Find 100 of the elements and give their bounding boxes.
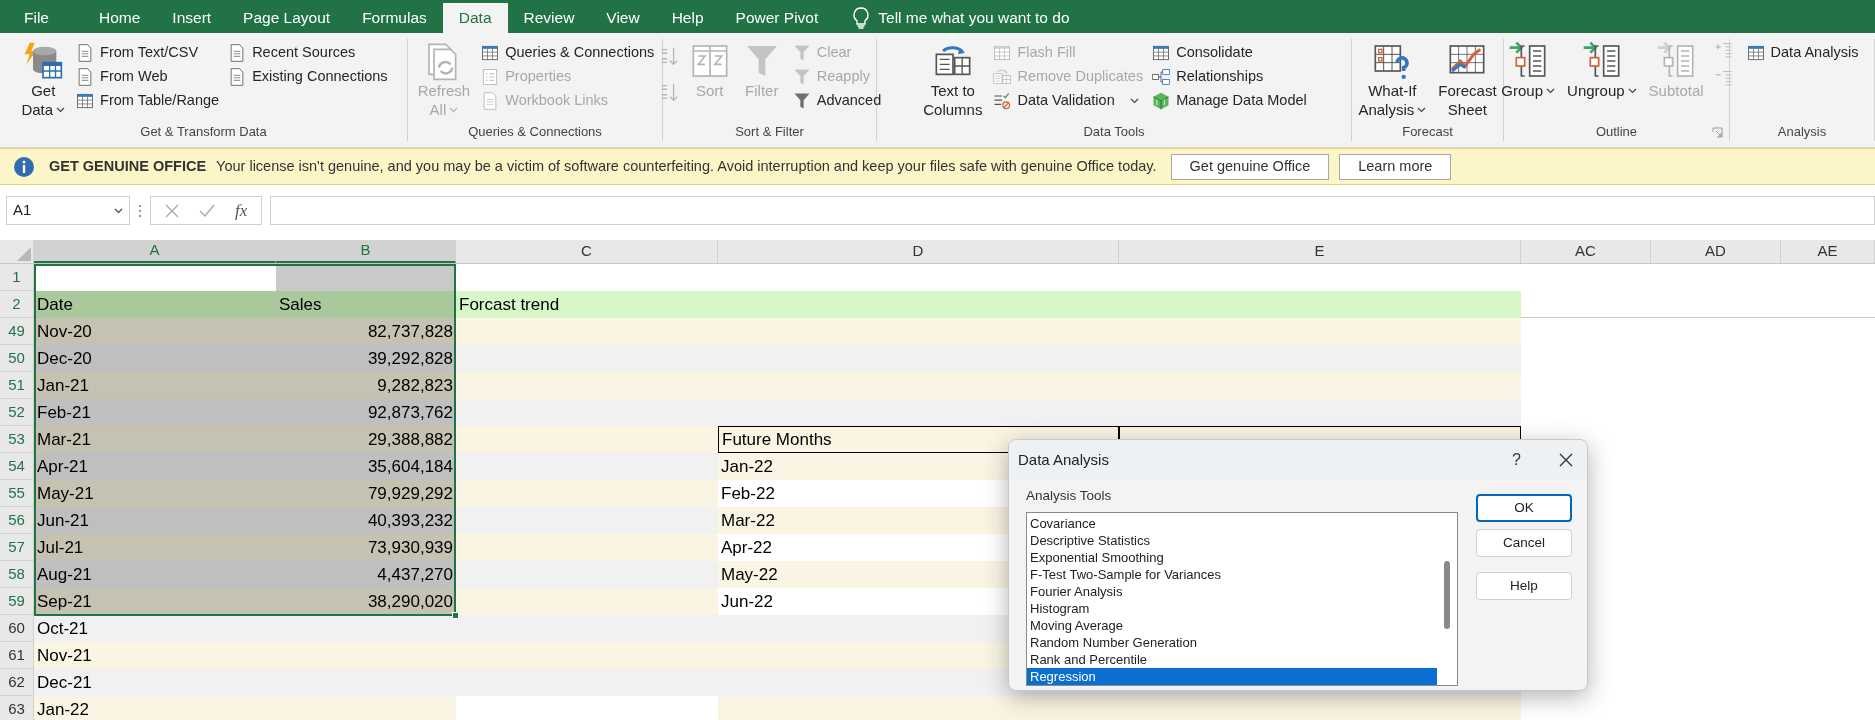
list-item[interactable]: Moving Average: [1027, 617, 1437, 635]
tools-list[interactable]: Covariance Descriptive Statistics Exponential Smoothing F-Test Two-Sample for Variances Fourier Analysis Histogram Moving Average Random Number Generation Rank and Percentile Regression: [1026, 512, 1458, 687]
select-all-icon[interactable]: [17, 247, 31, 261]
caret-icon: [1627, 87, 1637, 94]
column-header[interactable]: AD: [1651, 240, 1781, 263]
ribbon-tab[interactable]: Page Layout: [227, 3, 347, 33]
ribbon-tab[interactable]: File: [8, 3, 65, 33]
row-header[interactable]: 2: [0, 291, 34, 318]
row-header[interactable]: 53: [0, 426, 34, 453]
ribbon-button[interactable]: Group: [1499, 39, 1558, 100]
ribbon-tab[interactable]: Review: [507, 3, 591, 33]
table-cell: Date: [34, 291, 276, 318]
table-cell: Sep-21: [34, 588, 276, 615]
scrollbar-thumb[interactable]: [1444, 561, 1450, 630]
ribbon-button[interactable]: Text to Columns: [921, 39, 985, 119]
table-cell: 79,929,292: [276, 480, 456, 507]
row-header[interactable]: 56: [0, 507, 34, 534]
banner-button[interactable]: Get genuine Office: [1170, 153, 1330, 180]
caret-icon: [1129, 98, 1139, 104]
table-cell: 9,282,823: [276, 372, 456, 399]
table-cell: Jan-22: [34, 696, 276, 720]
column-header[interactable]: A: [34, 240, 276, 263]
ribbon-button[interactable]: What-If Analysis: [1356, 39, 1429, 119]
row-header[interactable]: 58: [0, 561, 34, 588]
row-header[interactable]: 54: [0, 453, 34, 480]
caret-icon: [114, 207, 123, 214]
column-header[interactable]: AE: [1781, 240, 1875, 263]
list-item[interactable]: Regression: [1027, 668, 1437, 686]
row-header[interactable]: 57: [0, 534, 34, 561]
ribbon-button[interactable]: Manage Data Model: [1151, 89, 1307, 113]
column-header[interactable]: AC: [1521, 240, 1651, 263]
table-icon: [480, 43, 501, 63]
column-header[interactable]: B: [276, 240, 456, 263]
group-label: Queries & Connections: [468, 123, 602, 142]
enter-icon[interactable]: [199, 203, 215, 218]
banner-button[interactable]: Learn more: [1339, 153, 1452, 180]
table-cell: 29,388,882: [276, 426, 456, 453]
column-header[interactable]: D: [718, 240, 1119, 263]
row-header[interactable]: 61: [0, 642, 34, 669]
ribbon-button[interactable]: Advanced: [791, 89, 882, 113]
ribbon-tab[interactable]: Insert: [156, 3, 228, 33]
row-header[interactable]: 60: [0, 615, 34, 642]
ribbon-button[interactable]: From Web: [75, 65, 220, 89]
ribbon-tab[interactable]: Data: [442, 3, 508, 33]
column-header[interactable]: E: [1119, 240, 1521, 263]
formula-input[interactable]: [270, 196, 1875, 225]
row-header[interactable]: 63: [0, 696, 34, 720]
cube-icon: [1151, 91, 1172, 111]
dialog-button[interactable]: OK: [1476, 494, 1572, 522]
row-header[interactable]: 50: [0, 345, 34, 372]
checklist-icon: [992, 91, 1013, 111]
cancel-icon[interactable]: [165, 203, 179, 218]
row-header[interactable]: 59: [0, 588, 34, 615]
caret-icon: [1417, 106, 1427, 113]
table-cell: 40,393,232: [276, 507, 456, 534]
table-cell: Feb-21: [34, 399, 276, 426]
row-header[interactable]: 62: [0, 669, 34, 696]
table-cell: 39,292,828: [276, 345, 456, 372]
close-icon[interactable]: [1559, 453, 1573, 467]
column-header[interactable]: C: [456, 240, 718, 263]
ribbon-button[interactable]: Get Data: [19, 39, 68, 119]
ribbon-button[interactable]: Queries & Connections: [480, 41, 655, 65]
list-item[interactable]: Random Number Generation: [1027, 634, 1437, 652]
dialog-button[interactable]: Cancel: [1476, 529, 1572, 557]
dialog-button[interactable]: Help: [1476, 572, 1572, 600]
ribbon-button[interactable]: Existing Connections: [227, 65, 388, 89]
ribbon-button[interactable]: Consolidate: [1151, 41, 1307, 65]
caret-icon: [1546, 87, 1556, 94]
ribbon-tab[interactable]: Home: [83, 3, 157, 33]
tell-me-search[interactable]: Tell me what you want to do: [878, 6, 1070, 30]
ribbon-tab[interactable]: Power Pivot: [719, 3, 835, 33]
table-cell: 38,290,020: [276, 588, 456, 615]
group-label: Outline: [1595, 123, 1638, 142]
ribbon-button[interactable]: Data Validation: [992, 89, 1144, 113]
row-header[interactable]: 51: [0, 372, 34, 399]
ribbon-tab[interactable]: Formulas: [346, 3, 443, 33]
ribbon-button[interactable]: From Text/CSV: [75, 41, 220, 65]
dialog-launcher-icon[interactable]: [1712, 127, 1723, 138]
ribbon-button[interactable]: Forecast Sheet: [1436, 39, 1499, 119]
ribbon-button[interactable]: Recent Sources: [227, 41, 388, 65]
list-item[interactable]: Rank and Percentile: [1027, 651, 1437, 669]
name-box[interactable]: A1: [6, 196, 130, 225]
insert-function-button[interactable]: fx: [235, 197, 248, 224]
ribbon-button[interactable]: Ungroup: [1565, 39, 1639, 100]
ribbon-button[interactable]: Relationships: [1151, 65, 1307, 89]
row-header[interactable]: 1: [0, 264, 34, 291]
table-cell: Forcast trend: [456, 291, 718, 318]
ribbon-tab[interactable]: View: [590, 3, 656, 33]
banner-message: Your license isn't genuine, and you may be a victim of software counterfeiting. Avoid interruption and keep your files safe with genuine Office today.: [216, 156, 1157, 176]
ribbon-button[interactable]: Data Analysis: [1745, 41, 1859, 65]
row-header[interactable]: 49: [0, 318, 34, 345]
row-header[interactable]: 55: [0, 480, 34, 507]
fill-handle[interactable]: [452, 612, 459, 619]
help-button[interactable]: ?: [1512, 448, 1521, 472]
table-cell: 92,873,762: [276, 399, 456, 426]
row-header[interactable]: 52: [0, 399, 34, 426]
table-cell: Mar-21: [34, 426, 276, 453]
table-cell: Aug-21: [34, 561, 276, 588]
ribbon-tab[interactable]: Help: [655, 3, 720, 33]
ribbon-button[interactable]: From Table/Range: [75, 89, 220, 113]
